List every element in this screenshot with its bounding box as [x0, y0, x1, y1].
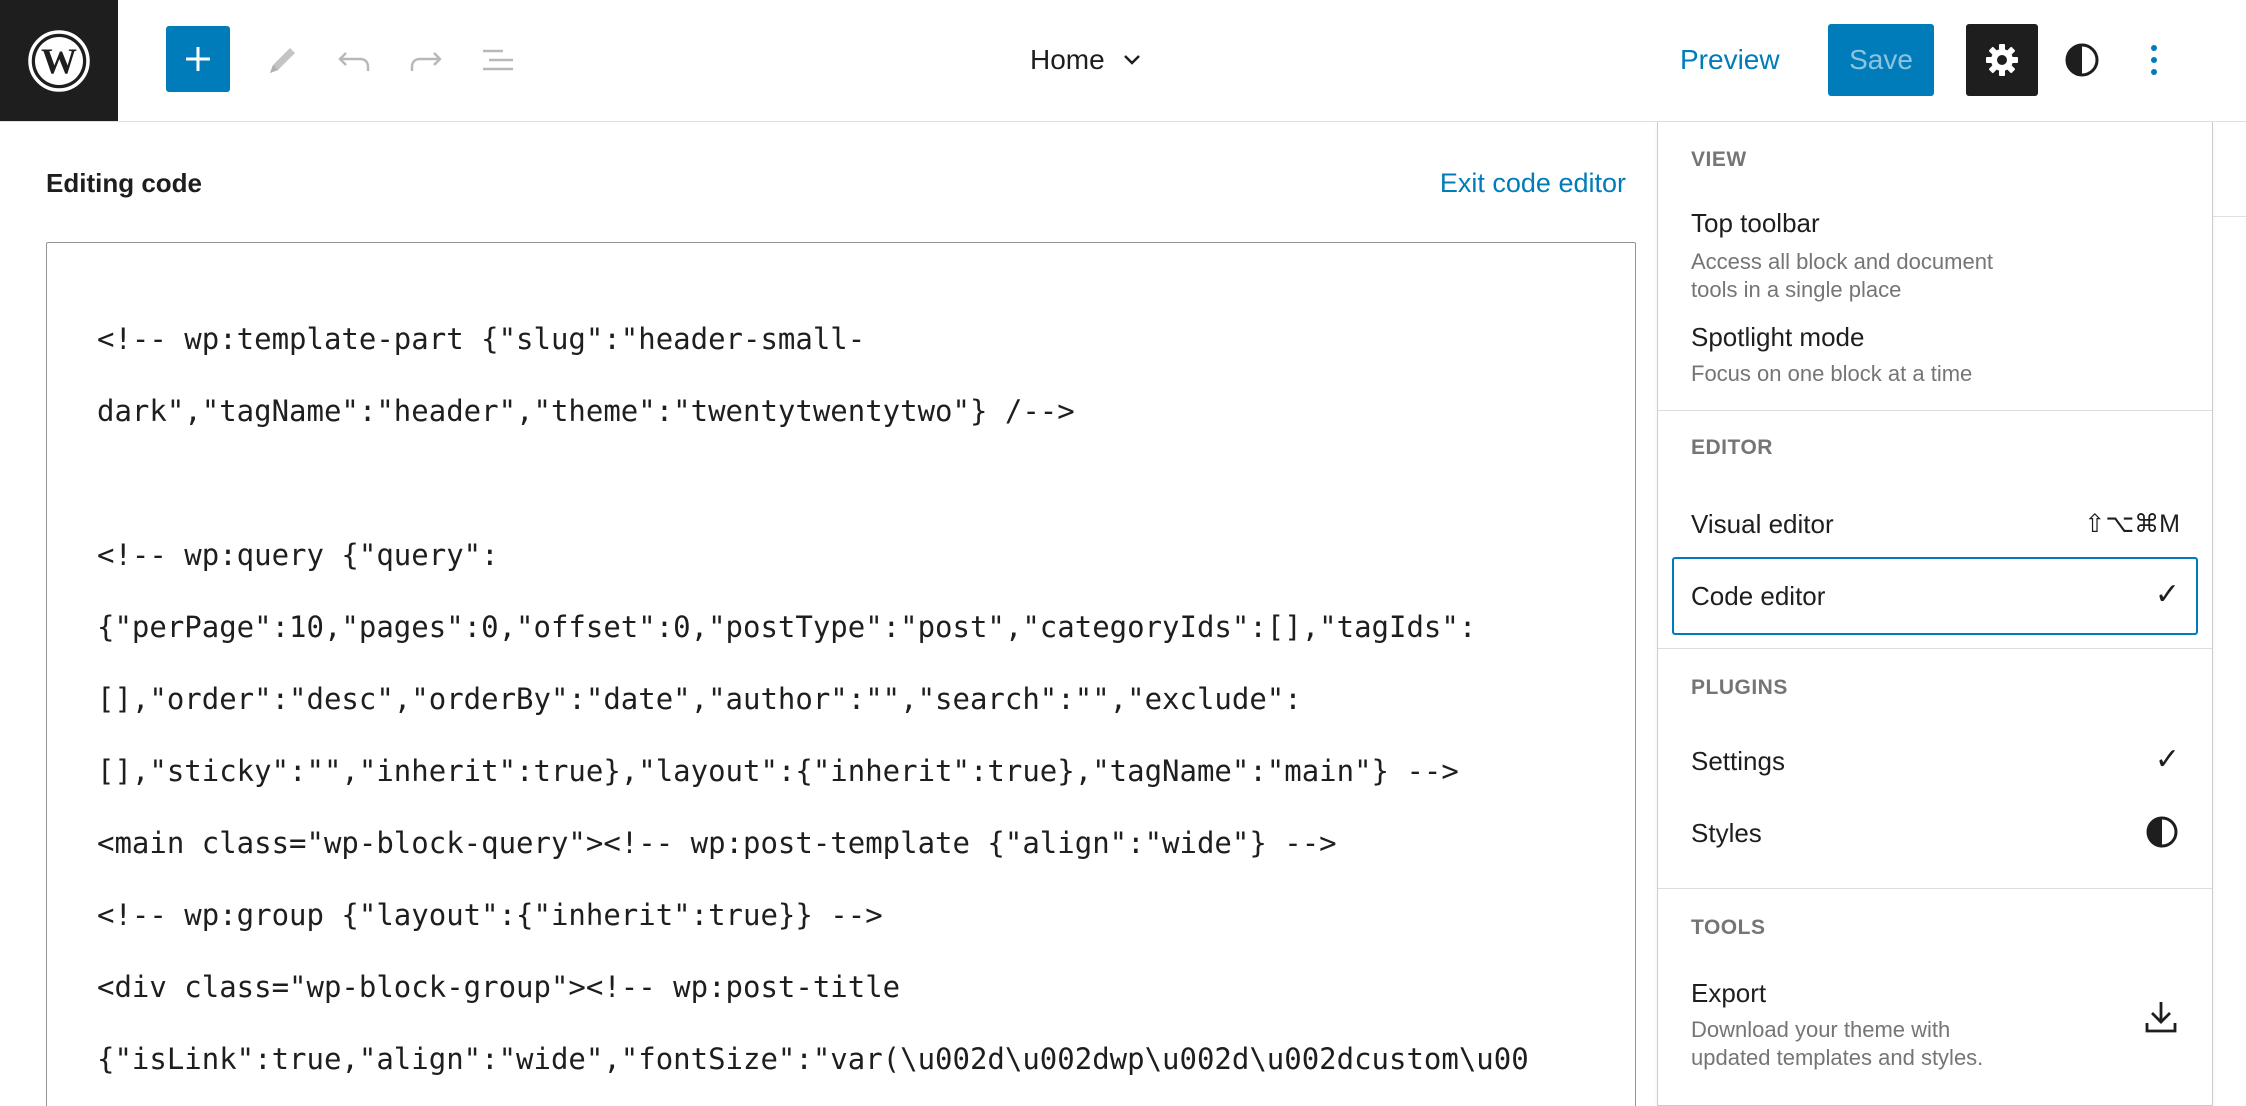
code-line: {"isLink":true,"align":"wide","fontSize"… [97, 1023, 1589, 1095]
undo-icon [334, 40, 374, 80]
list-view-icon [478, 40, 518, 80]
undo-button[interactable] [324, 30, 384, 90]
menu-divider [1658, 888, 2212, 889]
visual-editor-shortcut: ⇧⌥⌘M [2084, 509, 2180, 539]
wordpress-icon: W [27, 29, 91, 93]
preview-button[interactable]: Preview [1680, 30, 1780, 90]
exit-code-editor-button[interactable]: Exit code editor [1440, 168, 1626, 199]
wordpress-logo-button[interactable]: W [0, 0, 118, 121]
options-menu-button[interactable] [2124, 30, 2184, 90]
plus-icon [183, 44, 213, 74]
code-line: <div class="wp-block-group"><!-- wp:post… [97, 951, 1589, 1023]
editing-code-label: Editing code [46, 168, 202, 199]
settings-button[interactable] [1966, 24, 2038, 96]
download-icon-wrap [2142, 998, 2180, 1036]
options-dropdown-menu: VIEW Top toolbar Access all block and do… [1657, 122, 2213, 1106]
code-editor-label: Code editor [1691, 581, 1825, 612]
tools-group-label: TOOLS [1691, 916, 1765, 940]
export-description-line1: Download your theme with [1691, 1016, 2091, 1044]
menu-divider [1658, 648, 2212, 649]
styles-button[interactable] [2052, 30, 2112, 90]
document-title-dropdown[interactable]: Home [1030, 30, 1143, 90]
menu-item-styles[interactable]: Styles [1672, 798, 2198, 868]
contrast-icon [2144, 814, 2180, 850]
document-title: Home [1030, 44, 1105, 76]
top-toolbar-description-line2: tools in a single place [1691, 276, 2091, 304]
svg-text:W: W [41, 41, 77, 81]
code-editor-header: Editing code Exit code editor [46, 160, 1626, 206]
code-line: {"perPage":10,"pages":0,"offset":0,"post… [97, 591, 1589, 663]
export-description-line2: updated templates and styles. [1691, 1044, 2091, 1072]
chevron-down-icon [1121, 49, 1143, 71]
styles-label: Styles [1691, 818, 1762, 849]
menu-item-top-toolbar[interactable]: Top toolbar Access all block and documen… [1672, 202, 2198, 304]
save-button[interactable]: Save [1828, 24, 1934, 96]
code-line: dark","tagName":"header","theme":"twenty… [97, 375, 1589, 447]
settings-label: Settings [1691, 746, 1785, 777]
checkmark-icon: ✓ [2155, 577, 2180, 612]
gear-icon [1984, 42, 2020, 78]
code-line: <!-- wp:template-part {"slug":"header-sm… [97, 303, 1589, 375]
code-line: <!-- wp:group {"layout":{"inherit":true}… [97, 879, 1589, 951]
settings-sidebar-edge [2210, 122, 2246, 1106]
visual-editor-label: Visual editor [1691, 509, 1834, 540]
menu-item-visual-editor[interactable]: Visual editor ⇧⌥⌘M [1672, 490, 2198, 560]
code-editor-textarea[interactable]: <!-- wp:template-part {"slug":"header-sm… [46, 242, 1636, 1106]
divider [2211, 216, 2246, 217]
code-line: <main class="wp-block-query"><!-- wp:pos… [97, 807, 1589, 879]
editor-header-bar: W Home Preview Sa [0, 0, 2246, 122]
checkmark-icon: ✓ [2155, 742, 2180, 777]
menu-item-code-editor[interactable]: Code editor ✓ [1672, 557, 2198, 635]
editor-group-label: EDITOR [1691, 436, 1773, 460]
code-line: [],"sticky":"","inherit":true},"layout":… [97, 735, 1589, 807]
export-label: Export [1691, 978, 1766, 1009]
redo-button[interactable] [396, 30, 456, 90]
contrast-icon [2063, 41, 2101, 79]
code-line: [],"order":"desc","orderBy":"date","auth… [97, 663, 1589, 735]
top-toolbar-description-line1: Access all block and document [1691, 248, 2091, 276]
spotlight-mode-label: Spotlight mode [1691, 322, 1864, 353]
pencil-icon [262, 40, 302, 80]
tools-button[interactable] [252, 30, 312, 90]
top-toolbar-label: Top toolbar [1691, 208, 1820, 239]
menu-item-settings[interactable]: Settings ✓ [1672, 726, 2198, 796]
code-line: <!-- wp:query {"query": [97, 519, 1589, 591]
redo-icon [406, 40, 446, 80]
styles-contrast-icon [2144, 814, 2180, 850]
spotlight-mode-description: Focus on one block at a time [1691, 360, 2091, 388]
more-vertical-icon [2144, 40, 2164, 80]
plugins-group-label: PLUGINS [1691, 676, 1788, 700]
code-line [97, 447, 1589, 519]
menu-divider [1658, 410, 2212, 411]
menu-item-spotlight-mode[interactable]: Spotlight mode Focus on one block at a t… [1672, 318, 2198, 388]
add-block-button[interactable] [166, 26, 230, 92]
list-view-button[interactable] [468, 30, 528, 90]
download-icon [2142, 998, 2180, 1036]
view-group-label: VIEW [1691, 148, 1747, 172]
menu-item-export[interactable]: Export Download your theme with updated … [1672, 968, 2198, 1070]
